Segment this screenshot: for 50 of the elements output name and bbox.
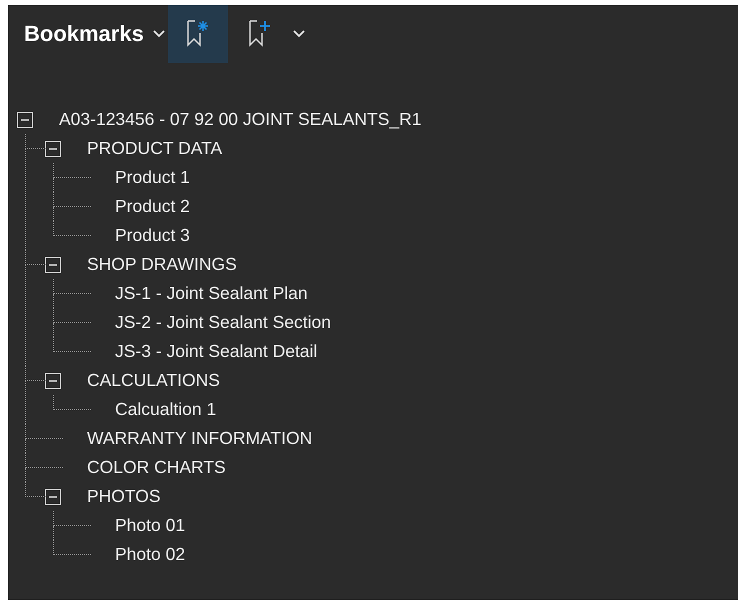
tree-connector <box>53 337 91 352</box>
tree-connector <box>25 250 46 265</box>
tree-connector <box>53 308 91 323</box>
bookmark-item[interactable]: PRODUCT DATA <box>87 138 222 159</box>
tree-connector <box>25 134 46 149</box>
tree-line <box>25 468 26 482</box>
bookmark-item[interactable]: Product 3 <box>115 225 190 246</box>
chevron-down-icon[interactable] <box>292 29 306 39</box>
new-bookmark-button[interactable] <box>168 5 228 63</box>
bookmark-item[interactable]: JS-1 - Joint Sealant Plan <box>115 283 308 304</box>
tree-connector <box>53 511 91 526</box>
tree-connector <box>25 424 63 439</box>
tree-connector <box>25 366 46 381</box>
tree-line <box>53 294 54 308</box>
tree-connector <box>53 192 91 207</box>
bookmark-item[interactable]: JS-2 - Joint Sealant Section <box>115 312 331 333</box>
bookmark-star-icon <box>186 19 210 49</box>
bookmark-item[interactable]: COLOR CHARTS <box>87 457 226 478</box>
bookmark-item[interactable]: SHOP DRAWINGS <box>87 254 237 275</box>
tree-connector <box>53 163 91 178</box>
bookmark-item[interactable]: Product 1 <box>115 167 190 188</box>
tree-line <box>25 381 26 424</box>
bookmark-item[interactable]: CALCULATIONS <box>87 370 220 391</box>
bookmark-item[interactable]: A03-123456 - 07 92 00 JOINT SEALANTS_R1 <box>59 109 422 130</box>
bookmark-item[interactable]: PHOTOS <box>87 486 161 507</box>
bookmark-plus-icon <box>248 19 272 49</box>
tree-line <box>53 323 54 337</box>
tree-connector <box>53 395 91 410</box>
chevron-down-icon[interactable] <box>152 29 166 39</box>
tree-line <box>53 178 54 192</box>
collapse-icon[interactable] <box>45 140 61 156</box>
tree-connector <box>53 221 91 236</box>
tree-connector <box>53 540 91 555</box>
tree-line <box>25 439 26 453</box>
collapse-icon[interactable] <box>45 256 61 272</box>
tree-connector <box>25 482 46 497</box>
bookmark-item[interactable]: Calcualtion 1 <box>115 399 216 420</box>
bookmark-item[interactable]: Photo 01 <box>115 515 186 536</box>
bookmark-item[interactable]: Photo 02 <box>115 544 186 565</box>
tree-connector <box>25 453 63 468</box>
tree-line <box>53 207 54 221</box>
collapse-icon[interactable] <box>17 112 33 128</box>
panel-title: Bookmarks <box>24 21 144 47</box>
bookmark-item[interactable]: WARRANTY INFORMATION <box>87 428 312 449</box>
collapse-icon[interactable] <box>45 488 61 504</box>
bookmark-item[interactable]: JS-3 - Joint Sealant Detail <box>115 341 318 362</box>
bookmark-item[interactable]: Product 2 <box>115 196 190 217</box>
tree-connector <box>53 279 91 294</box>
tree-line <box>53 526 54 540</box>
collapse-icon[interactable] <box>45 372 61 388</box>
